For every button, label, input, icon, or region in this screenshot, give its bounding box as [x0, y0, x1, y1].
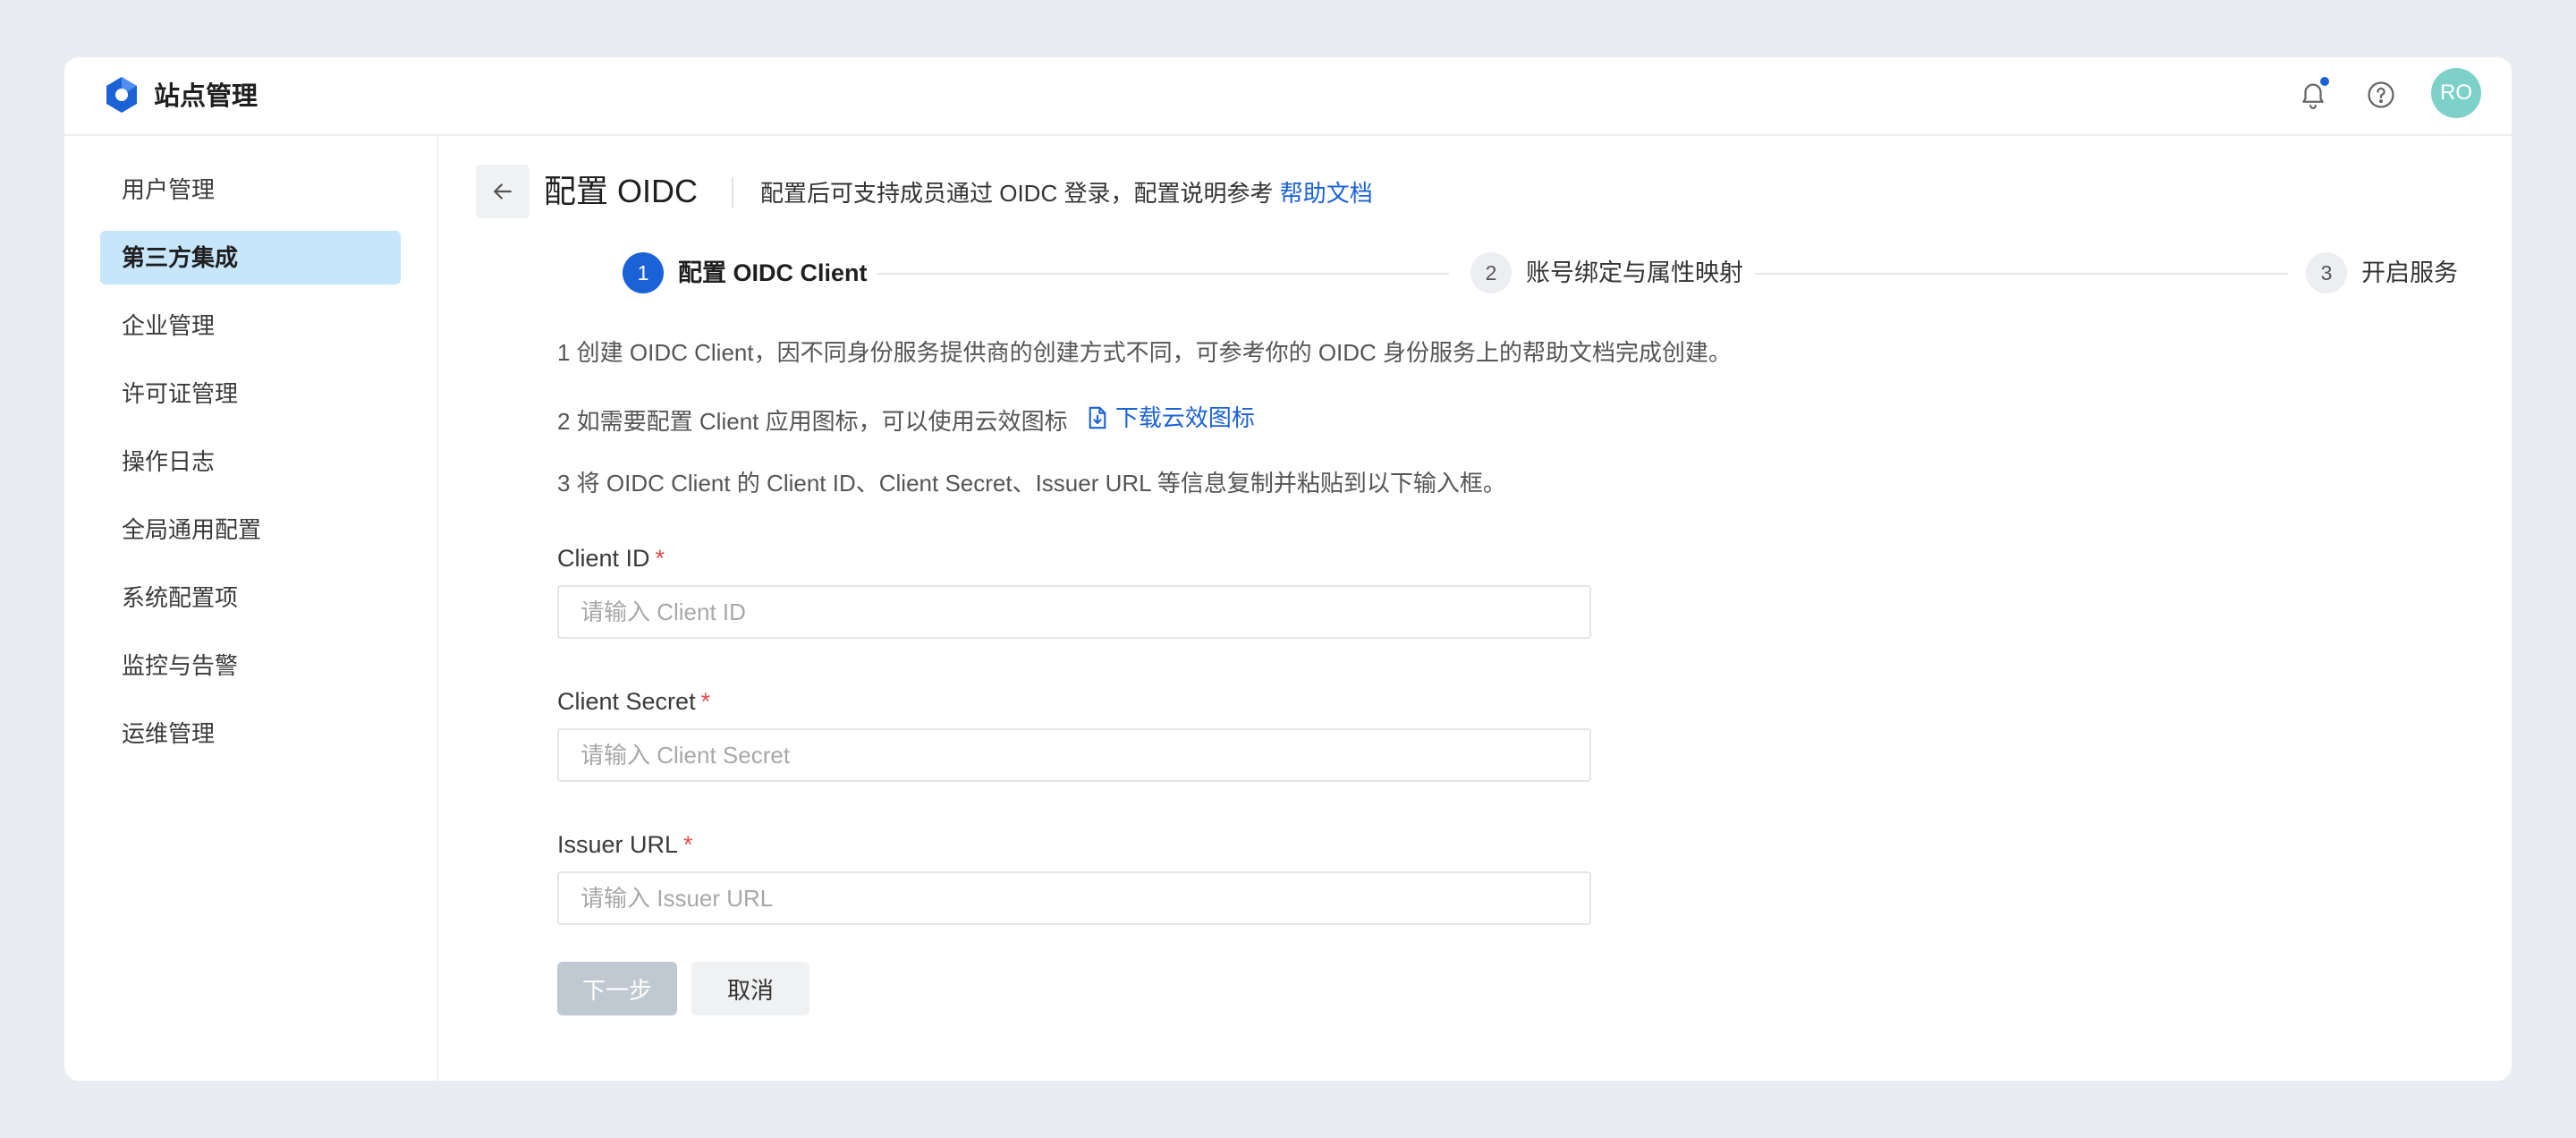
page-title: 配置 OIDC — [544, 173, 699, 209]
avatar-initials: RO — [2440, 81, 2472, 105]
next-step-button[interactable]: 下一步 — [557, 962, 677, 1015]
client-id-input[interactable] — [557, 585, 1591, 639]
sidebar-item-label: 企业管理 — [122, 312, 216, 339]
sidebar-item-enterprise-management[interactable]: 企业管理 — [100, 299, 401, 352]
sidebar-item-operation-log[interactable]: 操作日志 — [100, 435, 401, 488]
top-bar: 站点管理 RO — [64, 57, 2512, 136]
step-number-text: 2 — [1485, 260, 1497, 284]
step-number-text: 1 — [637, 260, 649, 284]
required-mark: * — [655, 545, 665, 572]
step-2-number: 2 — [1470, 252, 1512, 293]
sidebar-item-global-config[interactable]: 全局通用配置 — [100, 503, 401, 556]
required-mark: * — [700, 688, 711, 715]
sidebar-item-third-party-integration[interactable]: 第三方集成 — [100, 231, 401, 284]
field-label-text: Issuer URL — [557, 831, 679, 858]
step-1-number: 1 — [623, 252, 664, 293]
main-content: 配置 OIDC 配置后可支持成员通过 OIDC 登录，配置说明参考 帮助文档 1… — [438, 136, 2512, 1081]
instruction-2-text: 2 如需要配置 Client 应用图标，可以使用云效图标 — [557, 408, 1068, 435]
sidebar-item-label: 许可证管理 — [122, 380, 239, 407]
sidebar-item-label: 监控与告警 — [122, 652, 239, 679]
sidebar-item-user-management[interactable]: 用户管理 — [100, 163, 401, 217]
step-1-label: 配置 OIDC Client — [678, 259, 868, 286]
page-description-text: 配置后可支持成员通过 OIDC 登录，配置说明参考 — [760, 180, 1274, 207]
step-number-text: 3 — [2320, 260, 2333, 284]
sidebar-item-ops-management[interactable]: 运维管理 — [100, 707, 401, 760]
field-label-text: Client Secret — [557, 688, 696, 715]
arrow-left-icon — [494, 183, 512, 200]
step-connector — [1755, 273, 2288, 275]
issuer-url-input[interactable] — [557, 871, 1591, 925]
sidebar-item-system-config[interactable]: 系统配置项 — [100, 571, 401, 624]
issuer-url-label: Issuer URL * — [557, 827, 693, 862]
back-button[interactable] — [476, 165, 530, 218]
step-3-label: 开启服务 — [2361, 259, 2458, 286]
required-mark: * — [683, 831, 693, 858]
sidebar-item-license-management[interactable]: 许可证管理 — [100, 367, 401, 420]
step-3-number: 3 — [2306, 252, 2347, 293]
cancel-button[interactable]: 取消 — [691, 962, 809, 1015]
step-2-label: 账号绑定与属性映射 — [1526, 259, 1743, 286]
field-label-text: Client ID — [557, 545, 650, 572]
instruction-2: 2 如需要配置 Client 应用图标，可以使用云效图标 下载云效图标 — [557, 400, 1255, 439]
sidebar-item-label: 用户管理 — [122, 176, 216, 203]
app-title: 站点管理 — [154, 82, 258, 111]
sidebar-item-label: 全局通用配置 — [122, 516, 262, 543]
hexagon-logo-icon — [106, 77, 137, 113]
sidebar: 用户管理 第三方集成 企业管理 许可证管理 操作日志 全局通用配置 系统配置项 … — [64, 136, 438, 1081]
notification-button[interactable] — [2293, 75, 2333, 115]
sidebar-item-label: 操作日志 — [122, 448, 216, 475]
sidebar-item-label: 第三方集成 — [122, 244, 239, 271]
client-id-label: Client ID * — [557, 540, 665, 576]
client-secret-label: Client Secret * — [557, 684, 710, 719]
download-link-label: 下载云效图标 — [1114, 404, 1255, 431]
sidebar-item-monitoring-alerts[interactable]: 监控与告警 — [100, 639, 401, 692]
step-connector — [877, 273, 1449, 275]
page-description: 配置后可支持成员通过 OIDC 登录，配置说明参考 帮助文档 — [760, 175, 1373, 211]
download-icon-link[interactable]: 下载云效图标 — [1087, 400, 1255, 436]
file-download-icon — [1089, 406, 1106, 429]
sidebar-item-label: 系统配置项 — [122, 584, 239, 611]
help-button[interactable] — [2361, 75, 2401, 115]
avatar[interactable]: RO — [2431, 68, 2481, 118]
help-doc-link[interactable]: 帮助文档 — [1280, 180, 1373, 207]
instruction-3: 3 将 OIDC Client 的 Client ID、Client Secre… — [557, 470, 1506, 497]
instruction-1: 1 创建 OIDC Client，因不同身份服务提供商的创建方式不同，可参考你的… — [557, 339, 1733, 366]
sidebar-item-label: 运维管理 — [122, 720, 216, 747]
title-divider — [732, 177, 733, 208]
question-icon — [2368, 81, 2394, 108]
client-secret-input[interactable] — [557, 728, 1591, 782]
notification-dot — [2318, 75, 2331, 88]
app-window: 站点管理 RO 用户管理 第三方集成 企业管理 许可证管理 操作日志 全局通用配… — [64, 57, 2512, 1081]
